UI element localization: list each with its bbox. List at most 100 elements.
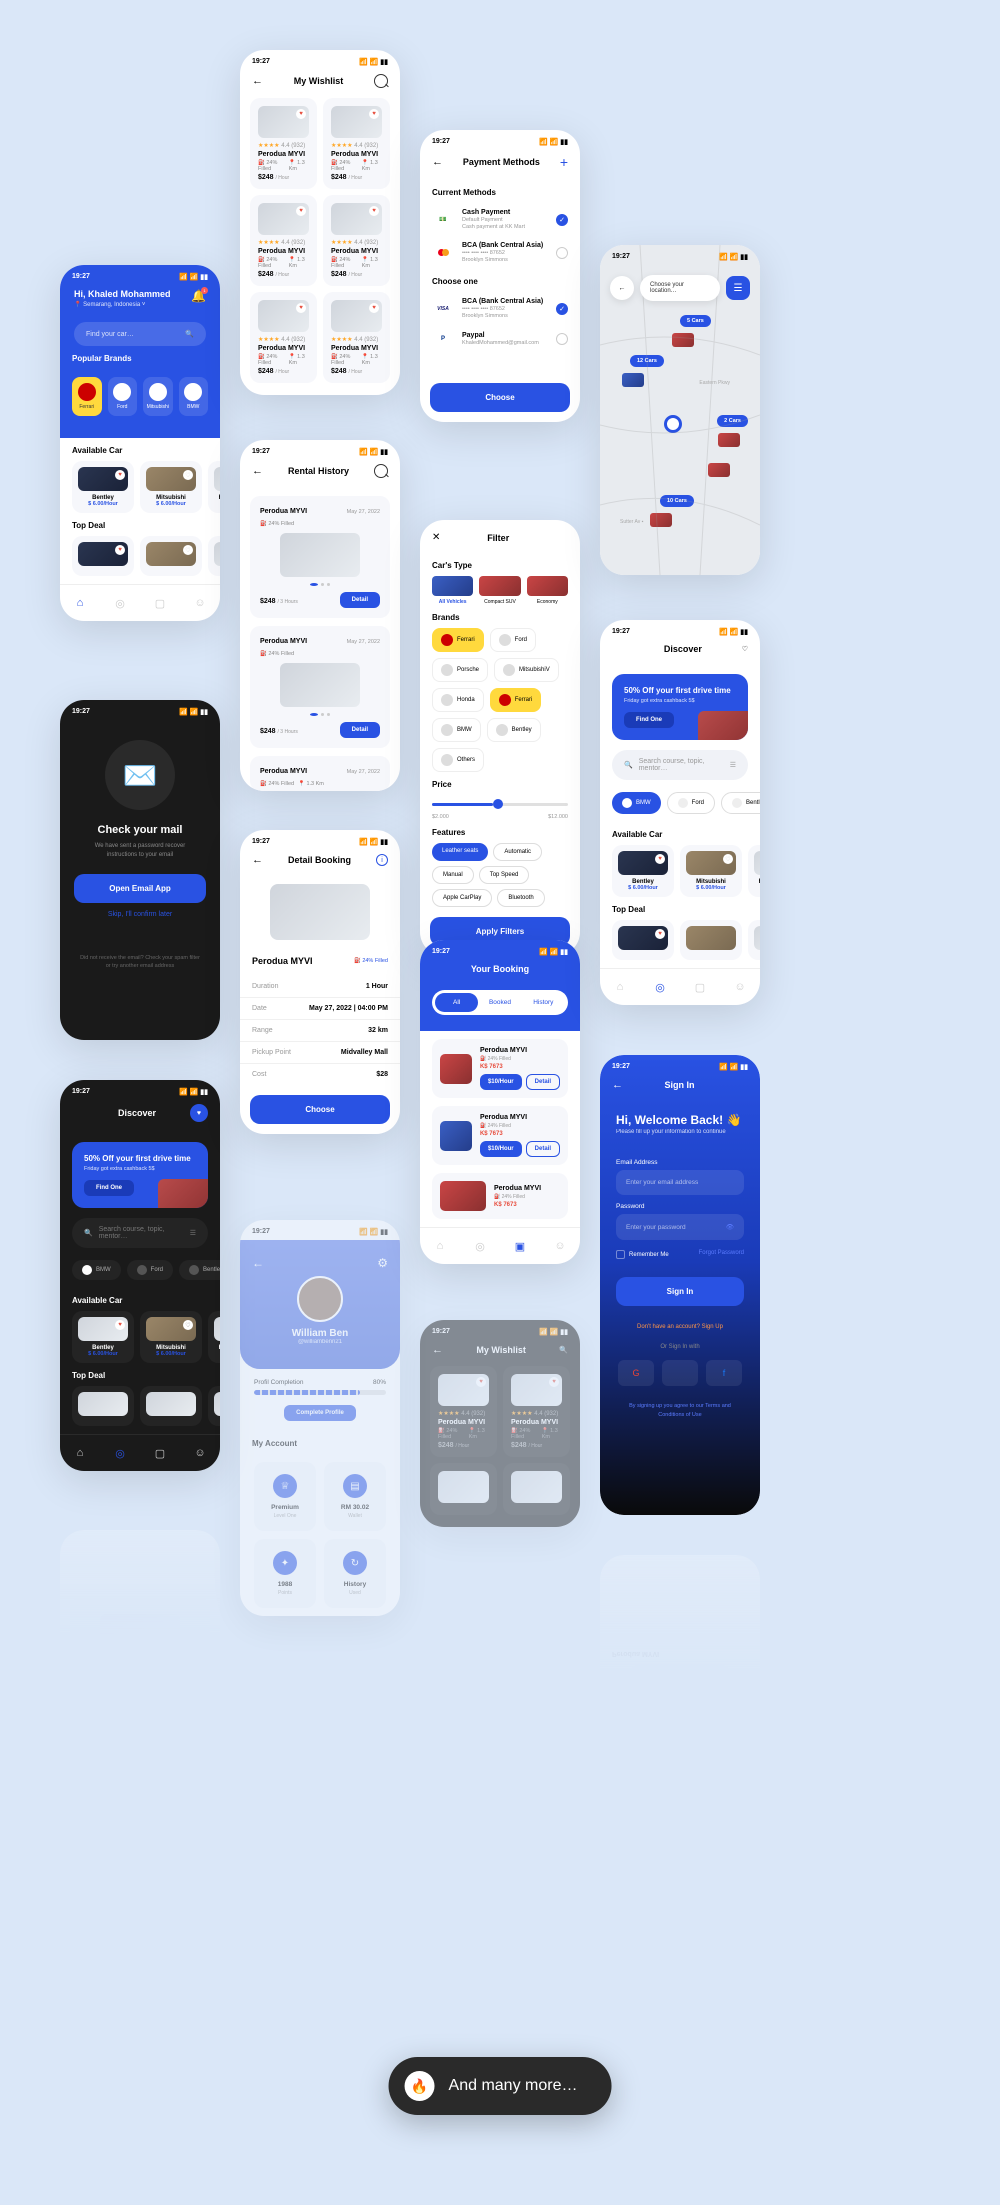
heart-icon[interactable]: ♡ — [183, 1320, 193, 1330]
type-economy[interactable]: Economy — [527, 576, 568, 605]
back-icon[interactable]: ← — [252, 75, 263, 87]
google-button[interactable]: G — [618, 1360, 654, 1386]
chip-bmw[interactable]: BMW — [612, 792, 661, 814]
password-input[interactable]: Enter your password👁 — [616, 1214, 744, 1240]
heart-icon[interactable]: ♡ — [742, 645, 748, 653]
search-icon[interactable] — [374, 464, 388, 478]
heart-icon[interactable]: ♥ — [115, 545, 125, 555]
back-icon[interactable]: ← — [252, 1256, 264, 1270]
settings-icon[interactable]: ⚙ — [377, 1256, 388, 1270]
hour-button[interactable]: $10/Hour — [480, 1074, 522, 1090]
account-premium[interactable]: ♕PremiumLevel One — [254, 1462, 316, 1531]
car-card[interactable] — [208, 536, 220, 576]
fbrand-honda[interactable]: Honda — [432, 688, 484, 712]
tab-explore[interactable]: ◎ — [652, 979, 668, 995]
detail-button[interactable]: Detail — [340, 592, 380, 608]
search-icon[interactable] — [374, 74, 388, 88]
find-one-button[interactable]: Find One — [624, 712, 674, 728]
fbrand-ferrari2[interactable]: Ferrari — [490, 688, 542, 712]
payment-bca[interactable]: BCA (Bank Central Asia)•••• •••• •••• 87… — [420, 236, 580, 269]
car-card[interactable]: ♥Bentley$ 6.00/Hour — [72, 461, 134, 513]
fbrand-ferrari[interactable]: Ferrari — [432, 628, 484, 652]
feat-auto[interactable]: Automatic — [493, 843, 542, 861]
wishlist-card[interactable]: ♥★★★★ 4.4 (932)Perodua MYVI⛽ 24% Filled📍… — [250, 98, 317, 189]
signin-button[interactable]: Sign In — [616, 1277, 744, 1306]
list-icon[interactable]: ☰ — [726, 276, 750, 300]
heart-icon[interactable]: ♡ — [723, 854, 733, 864]
brand-bmw[interactable]: BMW — [179, 377, 209, 416]
open-email-button[interactable]: Open Email App — [74, 874, 206, 903]
feat-carplay[interactable]: Apple CarPlay — [432, 889, 492, 907]
heart-icon[interactable]: ♥ — [296, 206, 306, 216]
tab-profile[interactable]: ☺ — [192, 1445, 208, 1461]
tab-home[interactable]: ⌂ — [72, 1445, 88, 1461]
wishlist-card[interactable]: ♥★★★★ 4.4 (932)Perodua MYVI⛽ 24% Filled📍… — [323, 292, 390, 383]
feat-speed[interactable]: Top Speed — [479, 866, 530, 884]
tab-profile[interactable]: ☺ — [732, 979, 748, 995]
wishlist-card[interactable]: ♥★★★★ 4.4 (932)Perodua MYVI⛽ 24% Filled📍… — [250, 195, 317, 286]
email-input[interactable]: Enter your email address — [616, 1170, 744, 1195]
car-card[interactable]: Honda — [748, 845, 760, 897]
heart-icon[interactable]: ♥ — [549, 1377, 559, 1387]
feat-bt[interactable]: Bluetooth — [497, 889, 544, 907]
wishlist-card[interactable]: ♥★★★★ 4.4 (932)Perodua MYVI⛽ 24% Filled📍… — [323, 98, 390, 189]
car-card[interactable] — [140, 1386, 202, 1426]
facebook-button[interactable]: f — [706, 1360, 742, 1386]
car-card[interactable] — [72, 1386, 134, 1426]
brand-mitsubishi[interactable]: Mitsubishi — [143, 377, 173, 416]
detail-button[interactable]: Detail — [340, 722, 380, 738]
fbrand-porsche[interactable]: Porsche — [432, 658, 488, 682]
avatar[interactable] — [297, 1276, 343, 1322]
history-card[interactable]: Perodua MYVIMay 27, 2022 ⛽ 24% Filled $2… — [250, 626, 390, 748]
tab-explore[interactable]: ◎ — [112, 595, 128, 611]
back-icon[interactable]: ← — [252, 854, 263, 866]
back-icon[interactable]: ← — [610, 276, 634, 300]
radio-checked[interactable]: ✓ — [556, 214, 568, 226]
apple-button[interactable] — [662, 1360, 698, 1386]
radio[interactable] — [556, 333, 568, 345]
heart-icon[interactable]: ♥ — [476, 1377, 486, 1387]
wishlist-card[interactable]: ♥★★★★ 4.4 (932)Perodua MYVI⛽ 24% Filled📍… — [430, 1366, 497, 1457]
filter-icon[interactable]: ☰ — [190, 1229, 196, 1237]
fbrand-others[interactable]: Others — [432, 748, 484, 772]
tab-home[interactable]: ⌂ — [432, 1238, 448, 1254]
search-input[interactable]: 🔍Search course, topic, mentor…☰ — [72, 1218, 208, 1248]
car-card[interactable] — [680, 920, 742, 960]
heart-icon[interactable]: ♥ — [115, 1320, 125, 1330]
heart-icon[interactable]: ♥ — [369, 206, 379, 216]
fbrand-mitsubishi[interactable]: MitsubishiV — [494, 658, 559, 682]
choose-button[interactable]: Choose — [250, 1095, 390, 1124]
heart-icon[interactable]: ♥ — [296, 303, 306, 313]
filter-icon[interactable]: ☰ — [730, 761, 736, 769]
remember-checkbox[interactable]: Remember Me — [616, 1250, 669, 1259]
chip-ford[interactable]: Ford — [667, 792, 715, 814]
search-input[interactable]: Find your car… 🔍 — [74, 322, 206, 346]
radio[interactable] — [556, 247, 568, 259]
complete-profile-button[interactable]: Complete Profile — [284, 1405, 356, 1421]
tab-explore[interactable]: ◎ — [112, 1445, 128, 1461]
back-icon[interactable]: ← — [612, 1079, 623, 1091]
wishlist-card[interactable]: ♥★★★★ 4.4 (932)Perodua MYVI⛽ 24% Filled📍… — [250, 292, 317, 383]
tab-all[interactable]: All — [435, 993, 478, 1012]
heart-icon[interactable]: ♥ — [655, 854, 665, 864]
car-card[interactable]: ♥ — [612, 920, 674, 960]
feat-manual[interactable]: Manual — [432, 866, 474, 884]
close-icon[interactable]: ✕ — [432, 532, 440, 543]
info-icon[interactable]: i — [376, 854, 388, 866]
wishlist-card[interactable] — [503, 1463, 570, 1515]
back-icon[interactable]: ← — [432, 156, 443, 168]
radio-checked[interactable]: ✓ — [556, 303, 568, 315]
account-wallet[interactable]: ▤RM 30.02Wallet — [324, 1462, 386, 1531]
promo-card[interactable]: 50% Off your first drive time Friday got… — [612, 674, 748, 740]
wishlist-card[interactable]: ♥★★★★ 4.4 (932)Perodua MYVI⛽ 24% Filled📍… — [323, 195, 390, 286]
fbrand-bmw[interactable]: BMW — [432, 718, 481, 742]
eye-icon[interactable]: 👁 — [726, 1223, 734, 1231]
tab-profile[interactable]: ☺ — [552, 1238, 568, 1254]
forgot-password-link[interactable]: Forgot Password — [699, 1250, 744, 1259]
map[interactable]: 19:27📶 📶 ▮▮ ← Choose your location… ☰ 5 … — [600, 245, 760, 575]
car-card[interactable]: ♥Bentley$ 6.00/Hour — [72, 1311, 134, 1363]
location[interactable]: 📍 Semarang, Indonesia ˅ — [74, 301, 171, 308]
heart-icon[interactable]: ♥ — [655, 929, 665, 939]
tab-home[interactable]: ⌂ — [72, 595, 88, 611]
tab-home[interactable]: ⌂ — [612, 979, 628, 995]
